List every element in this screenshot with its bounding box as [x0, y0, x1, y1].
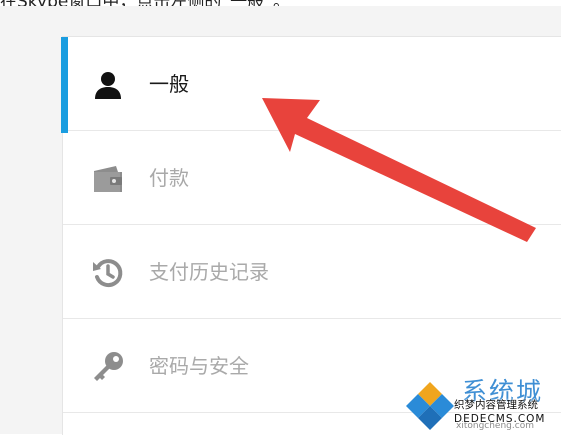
sidebar-item-payment[interactable]: 付款: [63, 131, 561, 225]
history-icon: [91, 256, 125, 290]
wallet-icon: [91, 162, 125, 196]
sidebar-item-label: 密码与安全: [149, 354, 249, 378]
active-indicator: [61, 37, 68, 133]
sidebar-item-general[interactable]: 一般: [61, 37, 561, 133]
sidebar-item-password-security[interactable]: 密码与安全: [63, 319, 561, 413]
sidebar-item-label: 付款: [149, 166, 189, 190]
key-icon: [91, 350, 125, 384]
sidebar-item-label: 一般: [149, 72, 189, 96]
sidebar-item-label: 支付历史记录: [149, 260, 269, 284]
user-icon: [91, 68, 125, 102]
settings-sidebar-menu: 一般 付款 支付历史记录 密码与安全: [61, 36, 561, 435]
sidebar-item-payment-history[interactable]: 支付历史记录: [63, 225, 561, 319]
settings-window: 一般 付款 支付历史记录 密码与安全: [0, 6, 561, 435]
